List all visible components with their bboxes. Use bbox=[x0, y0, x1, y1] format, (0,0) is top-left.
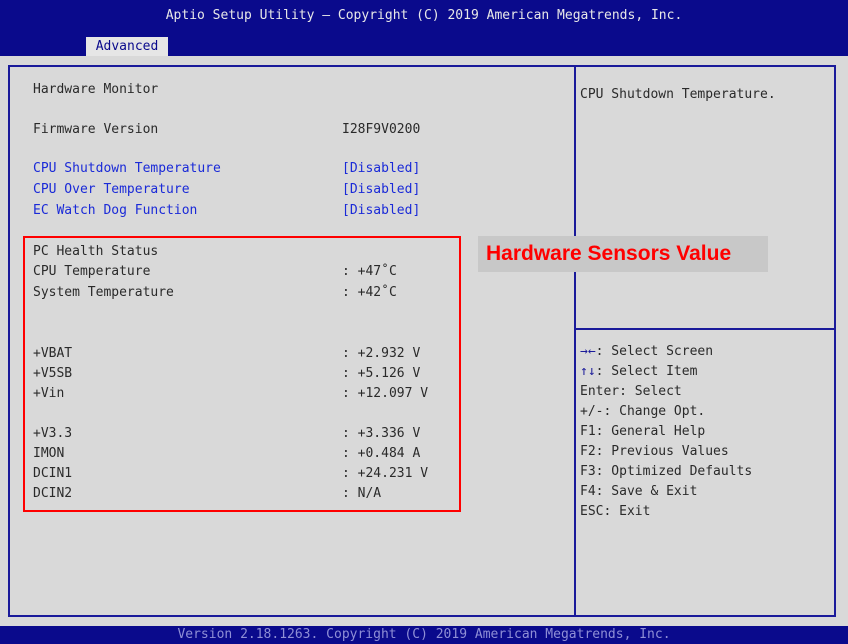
key-esc: ESC: Exit bbox=[580, 504, 651, 519]
setting-ec-watchdog-value[interactable]: [Disabled] bbox=[342, 203, 420, 218]
setting-ec-watchdog[interactable]: EC Watch Dog Function bbox=[33, 203, 197, 218]
sensor-annotation-label: Hardware Sensors Value bbox=[478, 236, 768, 272]
footer-version: Version 2.18.1263. Copyright (C) 2019 Am… bbox=[0, 626, 848, 644]
title-bar: Aptio Setup Utility – Copyright (C) 2019… bbox=[0, 0, 848, 56]
sensor-highlight-box bbox=[23, 236, 461, 512]
tab-advanced[interactable]: Advanced bbox=[86, 37, 168, 56]
setting-cpu-over-temp[interactable]: CPU Over Temperature bbox=[33, 182, 190, 197]
arrows-horizontal-icon: →← bbox=[580, 344, 596, 359]
bios-setup-screen: Aptio Setup Utility – Copyright (C) 2019… bbox=[0, 0, 848, 644]
key-select-screen: →←: Select Screen bbox=[580, 344, 713, 359]
firmware-label: Firmware Version bbox=[33, 122, 159, 137]
setting-cpu-shutdown-temp-value[interactable]: [Disabled] bbox=[342, 161, 420, 176]
arrows-vertical-icon: ↑↓ bbox=[580, 364, 596, 379]
key-f2: F2: Previous Values bbox=[580, 444, 729, 459]
key-select-screen-desc: : Select Screen bbox=[595, 344, 714, 359]
setting-cpu-over-temp-value[interactable]: [Disabled] bbox=[342, 182, 420, 197]
key-change-opt: +/-: Change Opt. bbox=[580, 404, 706, 419]
key-enter: Enter: Select bbox=[580, 384, 682, 399]
main-panel: Hardware Monitor Firmware Version I28F9V… bbox=[0, 56, 848, 626]
key-f1: F1: General Help bbox=[580, 424, 706, 439]
setting-cpu-shutdown-temp[interactable]: CPU Shutdown Temperature bbox=[33, 161, 221, 176]
title-text: Aptio Setup Utility – Copyright (C) 2019… bbox=[165, 8, 683, 23]
help-description: CPU Shutdown Temperature. bbox=[580, 87, 776, 102]
section-title: Hardware Monitor bbox=[33, 82, 159, 97]
help-divider bbox=[576, 328, 836, 330]
firmware-value: I28F9V0200 bbox=[342, 122, 421, 137]
key-f3: F3: Optimized Defaults bbox=[580, 464, 753, 479]
vertical-divider bbox=[574, 65, 576, 617]
key-select-item: ↑↓: Select Item bbox=[580, 364, 697, 379]
key-f4: F4: Save & Exit bbox=[580, 484, 698, 499]
key-select-item-desc: : Select Item bbox=[595, 364, 698, 379]
